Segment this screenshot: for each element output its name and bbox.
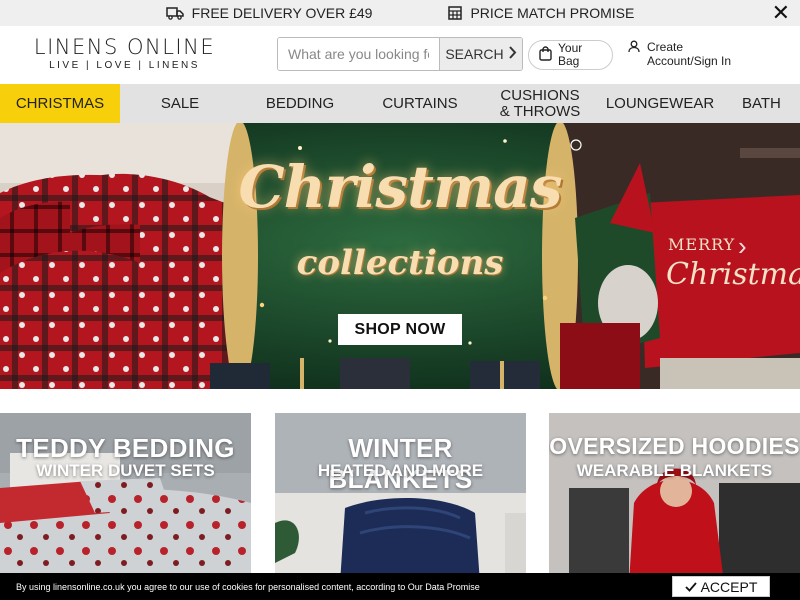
tile-subtitle: WEARABLE BLANKETS	[576, 461, 773, 480]
cookie-text: By using linensonline.co.uk you agree to…	[16, 581, 480, 592]
promo-delivery[interactable]: FREE DELIVERY OVER £49	[165, 5, 373, 21]
user-icon	[628, 40, 640, 68]
nav-item-curtains[interactable]: CURTAINS	[360, 84, 480, 123]
shopping-bag-icon	[539, 46, 552, 64]
tile-title: TEDDY BEDDING	[16, 433, 235, 463]
checkmark-icon	[684, 579, 697, 595]
promo-delivery-text: FREE DELIVERY OVER £49	[191, 5, 373, 21]
nav-item-bedding[interactable]: BEDDING	[240, 84, 360, 123]
search-bar: SEARCH	[277, 37, 523, 71]
tile-subtitle: HEATED AND MORE	[317, 461, 484, 480]
hero-banner[interactable]: Christmas collections SHOP NOW MERRY Chr…	[0, 123, 800, 389]
carousel-next-icon[interactable]: ›	[738, 231, 747, 262]
chevron-right-icon	[508, 46, 517, 62]
account-label-line2: Account/Sign In	[647, 54, 732, 68]
account-label-line1: Create	[647, 40, 684, 54]
account-label: Create Account/Sign In	[647, 40, 731, 68]
tile-title: OVERSIZED HOODIES	[549, 433, 800, 459]
bag-button[interactable]: Your Bag	[528, 40, 613, 70]
tile-teddy-bedding[interactable]: TEDDY BEDDING WINTER DUVET SETS	[0, 413, 251, 583]
accept-cookies-button[interactable]: ACCEPT	[672, 576, 770, 597]
promo-bar: FREE DELIVERY OVER £49 PRICE MATCH PROMI…	[0, 0, 800, 26]
logo-tagline: LIVE | LOVE | LINENS	[49, 60, 200, 71]
nav-item-bath[interactable]: BATH	[720, 84, 800, 123]
shop-now-button[interactable]: SHOP NOW	[338, 314, 462, 345]
site-header: LINENS ONLINE LIVE | LOVE | LINENS SEARC…	[0, 26, 800, 84]
promo-price-match[interactable]: PRICE MATCH PROMISE	[448, 5, 634, 21]
nav-item-sale[interactable]: SALE	[120, 84, 240, 123]
close-icon[interactable]: ✕	[772, 2, 790, 24]
search-input[interactable]	[278, 38, 439, 70]
hero-title: Christmas	[238, 153, 563, 221]
accept-label: ACCEPT	[700, 578, 758, 595]
pillow-text-line2: Christmas	[666, 257, 800, 292]
truck-icon	[165, 6, 184, 20]
search-button-label: SEARCH	[445, 46, 504, 62]
logo-text: LINENS ONLINE	[33, 35, 216, 59]
tile-subtitle: WINTER DUVET SETS	[36, 461, 215, 480]
hero-subtitle: collections	[296, 243, 504, 283]
pillow-text-line1: MERRY	[668, 235, 736, 254]
bag-label: Your Bag	[558, 42, 582, 68]
tile-winter-blankets[interactable]: WINTER BLANKETS HEATED AND MORE	[275, 413, 526, 583]
main-nav: CHRISTMAS SALE BEDDING CURTAINS CUSHIONS…	[0, 84, 800, 123]
nav-item-loungewear[interactable]: LOUNGEWEAR	[600, 84, 720, 123]
bag-label-line2: Bag	[558, 54, 580, 68]
nav-item-cushions-throws[interactable]: CUSHIONS & THROWS	[480, 84, 600, 123]
promo-price-match-text: PRICE MATCH PROMISE	[470, 5, 635, 21]
category-tiles: TEDDY BEDDING WINTER DUVET SETS WINTER B…	[0, 413, 800, 583]
calculator-icon	[448, 6, 463, 20]
account-link[interactable]: Create Account/Sign In	[628, 40, 731, 68]
cookie-banner: By using linensonline.co.uk you agree to…	[0, 573, 800, 600]
nav-item-christmas[interactable]: CHRISTMAS	[0, 84, 120, 123]
tile-oversized-hoodies[interactable]: OVERSIZED HOODIES WEARABLE BLANKETS	[549, 413, 800, 583]
site-logo[interactable]: LINENS ONLINE LIVE | LOVE | LINENS	[32, 35, 217, 71]
search-button[interactable]: SEARCH	[439, 38, 522, 70]
